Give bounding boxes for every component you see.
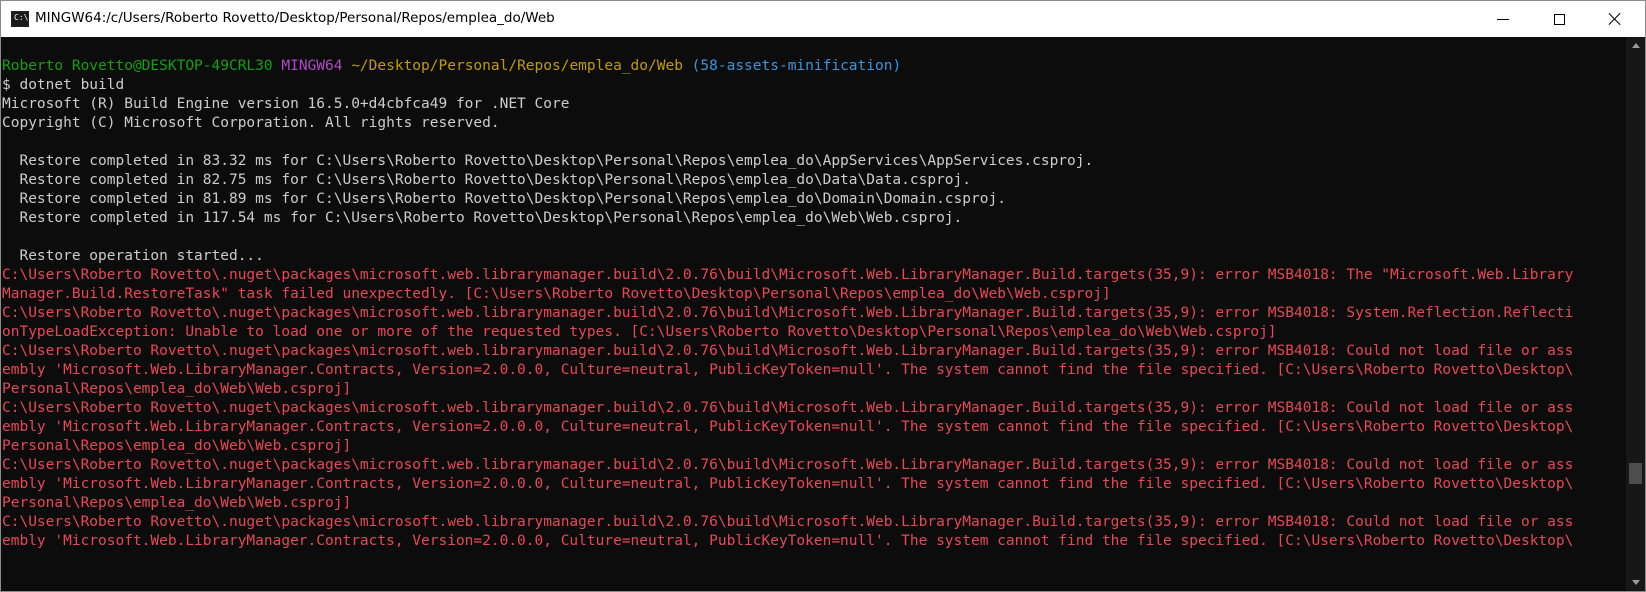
error-line: embly 'Microsoft.Web.LibraryManager.Cont…	[2, 476, 1574, 492]
error-line: Personal\Repos\emplea_do\Web\Web.csproj]	[2, 438, 352, 454]
error-line: C:\Users\Roberto Rovetto\.nuget\packages…	[2, 267, 1574, 283]
output-line: Copyright (C) Microsoft Corporation. All…	[2, 115, 500, 131]
error-line: Manager.Build.RestoreTask" task failed u…	[2, 286, 1111, 302]
error-line: onTypeLoadException: Unable to load one …	[2, 324, 1277, 340]
restore-line: Restore completed in 82.75 ms for C:\Use…	[2, 172, 972, 188]
prompt-user-host: Roberto Rovetto@DESKTOP-49CRL30	[2, 58, 273, 74]
error-line: embly 'Microsoft.Web.LibraryManager.Cont…	[2, 362, 1574, 378]
minimize-button[interactable]	[1475, 1, 1531, 37]
terminal-icon[interactable]: C:\	[11, 11, 29, 27]
error-line: C:\Users\Roberto Rovetto\.nuget\packages…	[2, 514, 1574, 530]
prompt-path: ~/Desktop/Personal/Repos/emplea_do/Web	[351, 58, 683, 74]
error-line: C:\Users\Roberto Rovetto\.nuget\packages…	[2, 457, 1574, 473]
maximize-button[interactable]	[1531, 1, 1587, 37]
error-line: Personal\Repos\emplea_do\Web\Web.csproj]	[2, 495, 352, 511]
close-icon	[1608, 12, 1622, 26]
error-line: C:\Users\Roberto Rovetto\.nuget\packages…	[2, 305, 1574, 321]
scroll-down-button[interactable]	[1626, 574, 1645, 591]
maximize-icon	[1553, 13, 1565, 25]
error-line: Personal\Repos\emplea_do\Web\Web.csproj]	[2, 381, 352, 397]
output-line: Microsoft (R) Build Engine version 16.5.…	[2, 96, 570, 112]
vertical-scrollbar[interactable]	[1626, 37, 1645, 591]
restore-line: Restore completed in 83.32 ms for C:\Use…	[2, 153, 1094, 169]
window-title: MINGW64:/c/Users/Roberto Rovetto/Desktop…	[35, 10, 555, 26]
error-line: embly 'Microsoft.Web.LibraryManager.Cont…	[2, 419, 1574, 435]
minimize-icon	[1497, 18, 1509, 20]
scroll-down-arrow-icon	[1631, 580, 1640, 585]
restore-line: Restore completed in 81.89 ms for C:\Use…	[2, 191, 1006, 207]
error-line: C:\Users\Roberto Rovetto\.nuget\packages…	[2, 343, 1574, 359]
terminal-window: C:\ MINGW64:/c/Users/Roberto Rovetto/Des…	[0, 0, 1646, 592]
error-line: embly 'Microsoft.Web.LibraryManager.Cont…	[2, 533, 1574, 549]
prompt-line: Roberto Rovetto@DESKTOP-49CRL30 MINGW64 …	[1, 57, 1626, 76]
terminal-output[interactable]: Roberto Rovetto@DESKTOP-49CRL30 MINGW64 …	[1, 37, 1626, 591]
prompt-shell: MINGW64	[281, 58, 343, 74]
title-bar[interactable]: C:\ MINGW64:/c/Users/Roberto Rovetto/Des…	[1, 1, 1645, 37]
close-button[interactable]	[1587, 1, 1643, 37]
scroll-thumb[interactable]	[1629, 463, 1642, 484]
command-line: $ dotnet build	[1, 76, 1626, 95]
prompt-symbol: $	[2, 77, 11, 93]
restore-started-line: Restore operation started...	[2, 248, 264, 264]
error-line: C:\Users\Roberto Rovetto\.nuget\packages…	[2, 400, 1574, 416]
restore-line: Restore completed in 117.54 ms for C:\Us…	[2, 210, 963, 226]
scroll-up-arrow-icon	[1631, 43, 1640, 48]
prompt-branch: (58-assets-minification)	[691, 58, 902, 74]
command-text: dotnet build	[19, 77, 125, 93]
scroll-up-button[interactable]	[1626, 37, 1645, 54]
